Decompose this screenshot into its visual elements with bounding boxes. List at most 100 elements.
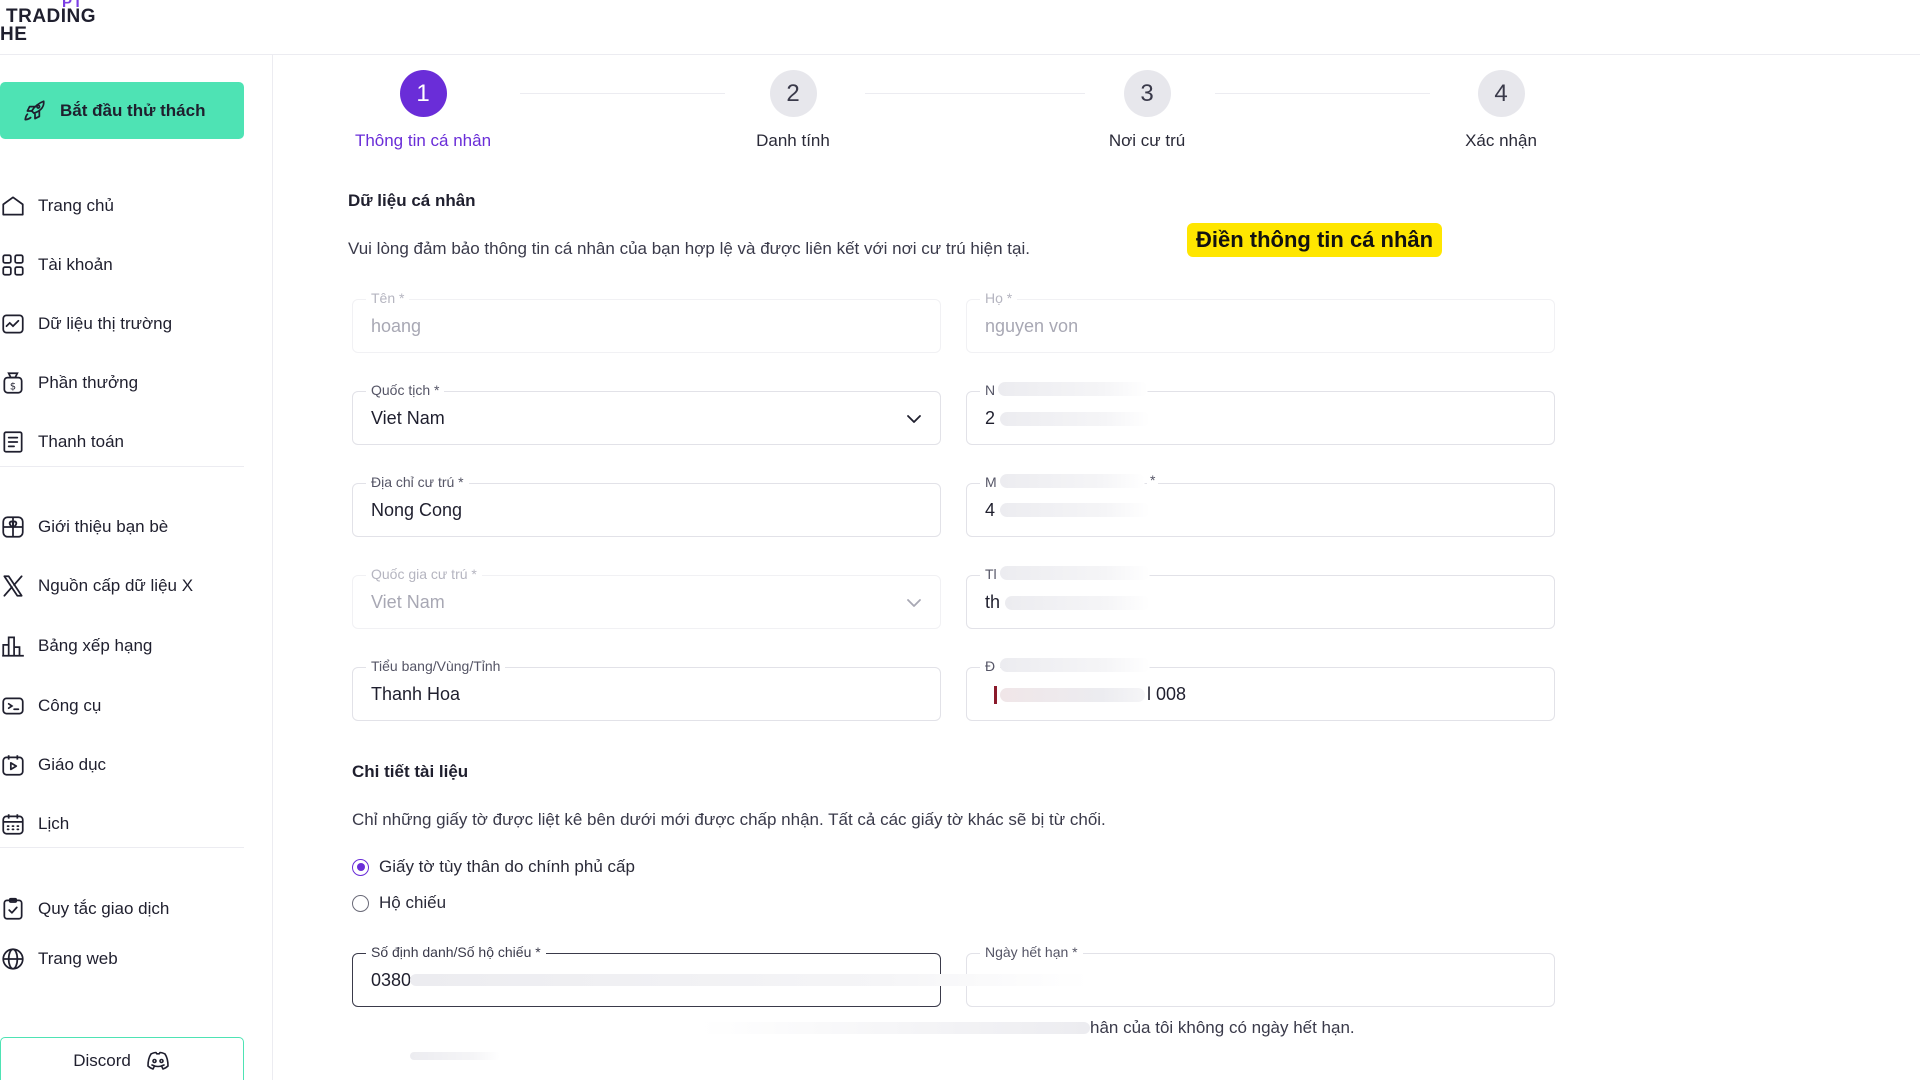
sidebar-item-accounts[interactable]: Tài khoản <box>0 245 260 285</box>
radio-government-id[interactable]: Giấy tờ tùy thân do chính phủ cấp <box>352 857 635 877</box>
first-name-label: Tên * <box>366 290 410 306</box>
step-label: Nơi cư trú <box>1108 131 1186 150</box>
nationality-select[interactable]: Quốc tịch * Viet Nam <box>352 382 941 445</box>
redacted-field-2-label: M <box>980 474 1002 490</box>
radio-passport[interactable]: Hộ chiếu <box>352 893 446 913</box>
radio-button[interactable] <box>352 858 369 876</box>
sidebar-item-label: Trang chủ <box>38 196 114 215</box>
id-number-label: Số định danh/Số hộ chiếu * <box>366 944 546 960</box>
highlight-annotation: Điền thông tin cá nhân <box>1187 223 1443 257</box>
sidebar-item-leaderboard[interactable]: Bảng xếp hạng <box>0 626 260 666</box>
step-label: Xác nhận <box>1465 131 1537 150</box>
country-label: Quốc gia cư trú * <box>366 566 482 582</box>
discord-label: Discord <box>73 1051 131 1070</box>
x-logo-icon <box>3 575 23 597</box>
sidebar-item-rewards[interactable]: $ Phần thưởng <box>0 363 260 403</box>
clipboard-check-icon <box>3 897 23 920</box>
sidebar-item-calendar[interactable]: Lịch <box>0 804 260 844</box>
sidebar-item-referral[interactable]: Giới thiệu bạn bè <box>0 507 260 547</box>
sidebar-item-payments[interactable]: Thanh toán <box>0 422 260 462</box>
redacted-field-1-value: 2 <box>985 408 996 428</box>
state-field[interactable]: Tiểu bang/Vùng/Tỉnh Thanh Hoa <box>352 658 941 721</box>
chart-line-icon <box>2 314 24 334</box>
start-challenge-button[interactable]: Bắt đầu thử thách <box>0 82 244 139</box>
sidebar-divider <box>0 847 244 848</box>
step-confirmation[interactable]: 4 Xác nhận <box>1401 70 1601 151</box>
top-bar: PT TRADING HE <box>0 0 1920 55</box>
address-label: Địa chỉ cư trú * <box>366 474 469 490</box>
personal-data-description: Vui lòng đảm bảo thông tin cá nhân của b… <box>348 239 1030 258</box>
first-name-field: Tên * hoang <box>352 290 941 353</box>
last-name-field: Họ * nguyen von <box>966 290 1555 353</box>
svg-text:$: $ <box>10 382 16 393</box>
sidebar-item-label: Lịch <box>38 814 70 833</box>
sidebar-item-label: Nguồn cấp dữ liệu X <box>38 576 194 595</box>
redacted-field-4-label: Đ <box>980 658 1001 674</box>
step-personal-info[interactable]: 1 Thông tin cá nhân <box>323 70 523 151</box>
step-number: 1 <box>399 70 447 117</box>
redacted-field-4-value: l 008 <box>1147 684 1187 704</box>
sidebar-item-label: Trang web <box>38 949 118 968</box>
document-details-heading: Chi tiết tài liệu <box>352 762 469 781</box>
redaction-blur <box>998 382 1148 396</box>
redaction-blur <box>1000 503 1150 517</box>
step-identity[interactable]: 2 Danh tính <box>693 70 893 151</box>
globe-icon <box>2 948 24 970</box>
sidebar-item-label: Công cụ <box>38 696 102 715</box>
sidebar-item-label: Bảng xếp hạng <box>38 636 153 655</box>
personal-data-heading: Dữ liệu cá nhân <box>348 191 476 210</box>
discord-button[interactable]: Discord <box>0 1037 244 1080</box>
sidebar-item-trading-rules[interactable]: Quy tắc giao dịch <box>0 889 260 929</box>
sidebar-item-tools[interactable]: Công cụ <box>0 686 260 726</box>
chevron-down-icon <box>907 415 921 423</box>
gift-icon <box>2 516 24 538</box>
address-field[interactable]: Địa chỉ cư trú * Nong Cong <box>352 474 941 537</box>
document-details-description: Chỉ những giấy tờ được liệt kê bên dưới … <box>352 810 1106 829</box>
sidebar-item-label: Quy tắc giao dịch <box>38 899 170 918</box>
sidebar-item-market-data[interactable]: Dữ liệu thị trường <box>0 304 260 344</box>
country-select: Quốc gia cư trú * Viet Nam <box>352 566 941 629</box>
radio-button[interactable] <box>352 894 369 912</box>
redaction-blur <box>700 1022 1090 1034</box>
state-value: Thanh Hoa <box>371 684 461 704</box>
grid-icon <box>2 254 24 276</box>
step-number: 3 <box>1123 70 1171 117</box>
radio-label: Hộ chiếu <box>379 893 447 912</box>
redacted-field-2-asterisk: * <box>1147 472 1159 488</box>
sidebar-item-home[interactable]: Trang chủ <box>0 186 260 226</box>
state-label: Tiểu bang/Vùng/Tỉnh <box>366 658 506 674</box>
id-number-value: 0380 <box>371 970 412 990</box>
no-expiry-text: hân của tôi không có ngày hết hạn. <box>1090 1018 1355 1037</box>
chevron-down-icon <box>907 599 921 607</box>
first-name-value: hoang <box>371 316 422 336</box>
redacted-field-2-value: 4 <box>985 500 996 520</box>
nationality-label: Quốc tịch * <box>366 382 445 398</box>
home-icon <box>2 196 24 216</box>
address-value: Nong Cong <box>371 500 463 520</box>
sidebar-item-x-feed[interactable]: Nguồn cấp dữ liệu X <box>0 566 260 606</box>
sidebar-item-website[interactable]: Trang web <box>0 939 260 979</box>
step-label: Thông tin cá nhân <box>354 131 492 150</box>
logo-line-3: HE <box>0 24 28 45</box>
redaction-blur <box>1000 658 1150 672</box>
sidebar-item-label: Giáo dục <box>38 755 107 774</box>
stepper-connector <box>1215 93 1430 94</box>
step-residence[interactable]: 3 Nơi cư trú <box>1047 70 1247 151</box>
sidebar-item-label: Dữ liệu thị trường <box>38 314 173 333</box>
redacted-field-3-value: th <box>985 592 1001 612</box>
step-number: 2 <box>769 70 817 117</box>
sidebar-item-education[interactable]: Giáo dục <box>0 745 260 785</box>
expiry-date-label: Ngày hết hạn * <box>980 944 1083 960</box>
start-challenge-label: Bắt đầu thử thách <box>60 100 206 120</box>
last-name-value: nguyen von <box>985 316 1079 336</box>
country-value: Viet Nam <box>371 592 445 612</box>
rocket-icon <box>24 99 45 121</box>
sidebar-item-label: Phần thưởng <box>38 373 139 392</box>
logo[interactable]: PT TRADING HE <box>0 0 110 48</box>
redaction-blur <box>1000 474 1145 488</box>
redaction-blur <box>410 974 1090 986</box>
sidebar-item-label: Giới thiệu bạn bè <box>38 517 169 536</box>
redaction-blur <box>1000 688 1145 702</box>
sidebar: Bắt đầu thử thách Trang chủ Tài khoản Dữ… <box>0 55 273 1080</box>
redaction-blur <box>1005 596 1150 610</box>
